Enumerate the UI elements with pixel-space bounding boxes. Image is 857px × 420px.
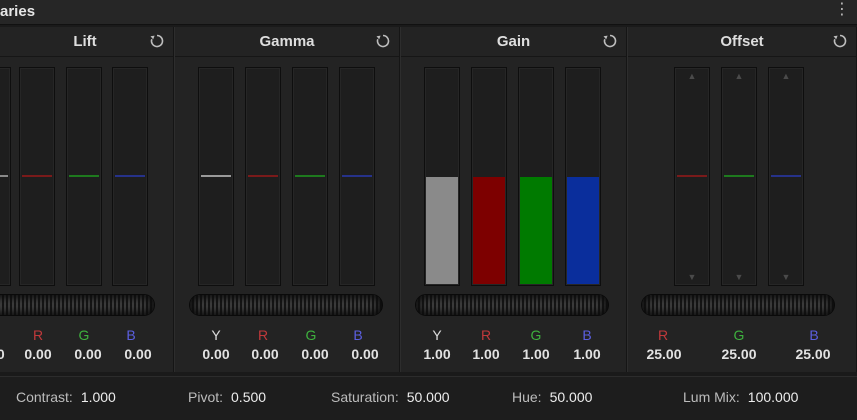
gain-panel: Gain Y R G B 1.00 1.00 1.00 1.00: [400, 27, 627, 372]
gamma-b-label: B: [353, 327, 363, 343]
lift-b-value[interactable]: 0.00: [108, 346, 168, 362]
gain-master-wheel[interactable]: [415, 294, 609, 316]
offset-g-label: G: [733, 327, 745, 343]
gain-title: Gain: [496, 33, 531, 50]
lift-reset-icon[interactable]: [149, 33, 165, 49]
gamma-r-slider[interactable]: [245, 67, 281, 286]
gamma-b-slider[interactable]: [339, 67, 375, 286]
pivot-field[interactable]: Pivot: 0.500: [188, 389, 266, 405]
offset-r-down-arrow-icon[interactable]: ▼: [675, 272, 709, 282]
gain-b-fill: [567, 176, 599, 284]
lum-mix-value[interactable]: 100.000: [748, 389, 799, 405]
gamma-title: Gamma: [259, 33, 315, 50]
gain-b-label: B: [582, 327, 592, 343]
gain-b-value[interactable]: 1.00: [557, 346, 617, 362]
saturation-label: Saturation:: [331, 389, 399, 405]
offset-g-down-arrow-icon[interactable]: ▼: [722, 272, 756, 282]
gain-header: Gain: [401, 27, 626, 57]
lift-r-slider[interactable]: [19, 67, 55, 286]
gamma-header: Gamma: [175, 27, 399, 57]
offset-b-slider[interactable]: ▲ ▼: [768, 67, 804, 286]
gain-y-fill: [426, 176, 458, 284]
gamma-panel: Gamma Y R G B 0.00 0.00 0.00 0.00: [174, 27, 400, 372]
offset-g-slider[interactable]: ▲ ▼: [721, 67, 757, 286]
saturation-value[interactable]: 50.000: [407, 389, 450, 405]
contrast-label: Contrast:: [16, 389, 73, 405]
hue-value[interactable]: 50.000: [550, 389, 593, 405]
lift-master-wheel[interactable]: [0, 294, 155, 316]
gamma-r-label: R: [257, 327, 269, 343]
hue-field[interactable]: Hue: 50.000: [512, 389, 592, 405]
gain-b-slider[interactable]: [565, 67, 601, 286]
gamma-g-slider[interactable]: [292, 67, 328, 286]
lift-r-label: R: [32, 327, 44, 343]
gamma-y-label: Y: [211, 327, 221, 343]
offset-reset-icon[interactable]: [832, 33, 848, 49]
offset-b-down-arrow-icon[interactable]: ▼: [769, 272, 803, 282]
panel-titlebar: aries ⋮: [0, 0, 857, 25]
lift-y-slider[interactable]: [0, 67, 11, 286]
gain-reset-icon[interactable]: [602, 33, 618, 49]
lum-mix-field[interactable]: Lum Mix: 100.000: [683, 389, 798, 405]
contrast-field[interactable]: Contrast: 1.000: [16, 389, 116, 405]
offset-header: Offset: [628, 27, 856, 57]
gamma-y-slider[interactable]: [198, 67, 234, 286]
hue-label: Hue:: [512, 389, 542, 405]
lift-title: Lift: [73, 33, 97, 50]
lift-panel: Lift R G B 0.00 0.00 0.00 0.00: [0, 27, 174, 372]
pivot-value[interactable]: 0.500: [231, 389, 266, 405]
lift-b-label: B: [126, 327, 136, 343]
gain-r-fill: [473, 176, 505, 284]
offset-g-value[interactable]: 25.00: [709, 346, 769, 362]
primaries-parameters-bar: Contrast: 1.000 Pivot: 0.500 Saturation: 50…: [0, 376, 857, 420]
gain-y-slider[interactable]: [424, 67, 460, 286]
more-options-icon[interactable]: ⋮: [834, 2, 850, 18]
offset-master-wheel[interactable]: [641, 294, 835, 316]
offset-panel: Offset ▲ ▼ ▲ ▼ ▲ ▼ R G B 25.00 25.00 25.…: [627, 27, 857, 372]
offset-g-up-arrow-icon[interactable]: ▲: [722, 71, 756, 81]
saturation-field[interactable]: Saturation: 50.000: [331, 389, 450, 405]
offset-b-up-arrow-icon[interactable]: ▲: [769, 71, 803, 81]
lift-g-label: G: [78, 327, 90, 343]
gain-g-slider[interactable]: [518, 67, 554, 286]
lift-g-slider[interactable]: [66, 67, 102, 286]
offset-r-slider[interactable]: ▲ ▼: [674, 67, 710, 286]
gain-g-label: G: [530, 327, 542, 343]
gamma-b-value[interactable]: 0.00: [335, 346, 395, 362]
gain-g-fill: [520, 176, 552, 284]
offset-b-label: B: [809, 327, 819, 343]
offset-r-value[interactable]: 25.00: [634, 346, 694, 362]
lift-b-slider[interactable]: [112, 67, 148, 286]
gamma-master-wheel[interactable]: [189, 294, 383, 316]
lum-mix-label: Lum Mix:: [683, 389, 740, 405]
offset-title: Offset: [720, 33, 764, 50]
pivot-label: Pivot:: [188, 389, 224, 405]
gain-r-slider[interactable]: [471, 67, 507, 286]
gain-r-label: R: [480, 327, 492, 343]
gamma-g-label: G: [305, 327, 317, 343]
offset-b-value[interactable]: 25.00: [783, 346, 843, 362]
contrast-value[interactable]: 1.000: [81, 389, 116, 405]
lift-header: Lift: [0, 27, 173, 57]
gamma-reset-icon[interactable]: [375, 33, 391, 49]
offset-r-label: R: [657, 327, 669, 343]
gain-y-label: Y: [432, 327, 442, 343]
offset-r-up-arrow-icon[interactable]: ▲: [675, 71, 709, 81]
window-title: aries: [0, 3, 36, 20]
